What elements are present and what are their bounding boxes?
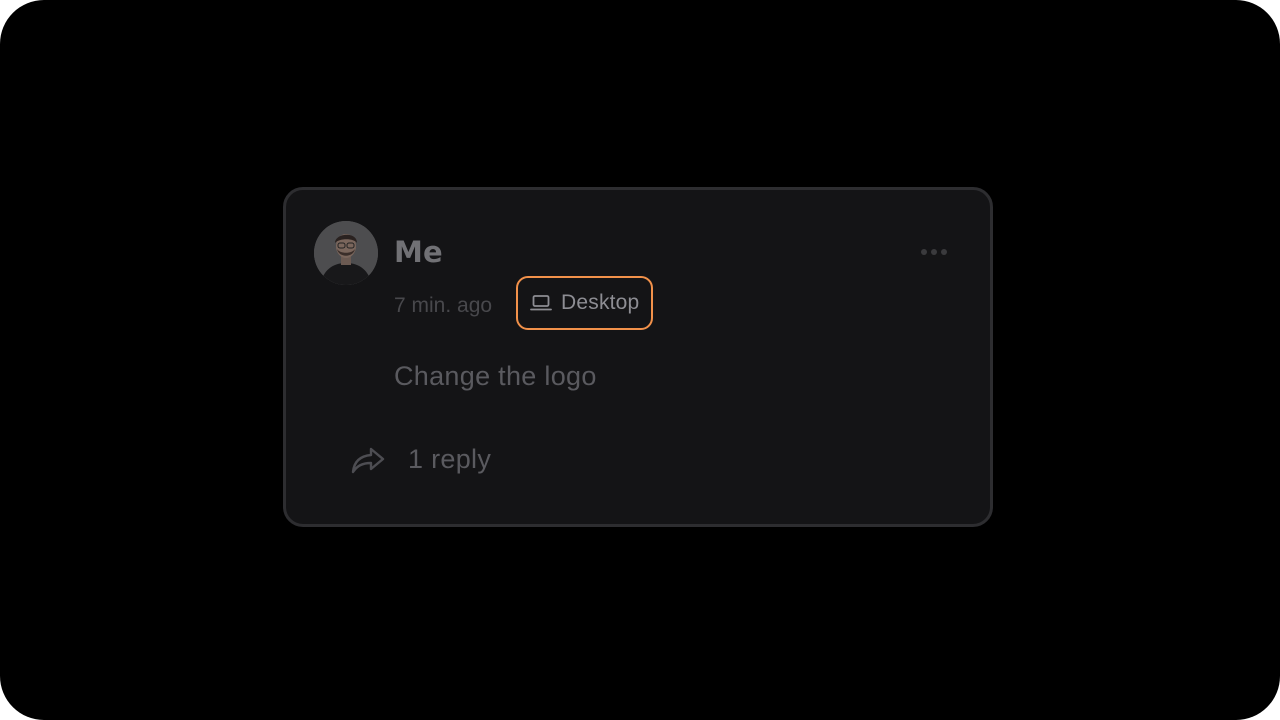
user-avatar-icon (314, 221, 378, 285)
screen: Me 7 min. ago Desktop Change the logo 1 … (0, 0, 1280, 720)
avatar (314, 221, 378, 285)
comment-card: Me 7 min. ago Desktop Change the logo 1 … (283, 187, 993, 527)
more-dot (941, 249, 947, 255)
more-horizontal-icon (921, 249, 927, 255)
author-name: Me (394, 235, 443, 269)
reply-arrow-icon (350, 445, 386, 475)
device-badge[interactable]: Desktop (516, 276, 654, 330)
more-dot (931, 249, 937, 255)
comment-body: Change the logo (394, 361, 597, 391)
laptop-icon (530, 294, 552, 312)
device-label: Desktop (561, 291, 640, 314)
more-options-button[interactable] (914, 240, 954, 264)
timestamp: 7 min. ago (394, 294, 493, 317)
replies-link[interactable]: 1 reply (350, 444, 491, 475)
replies-count: 1 reply (408, 444, 492, 474)
